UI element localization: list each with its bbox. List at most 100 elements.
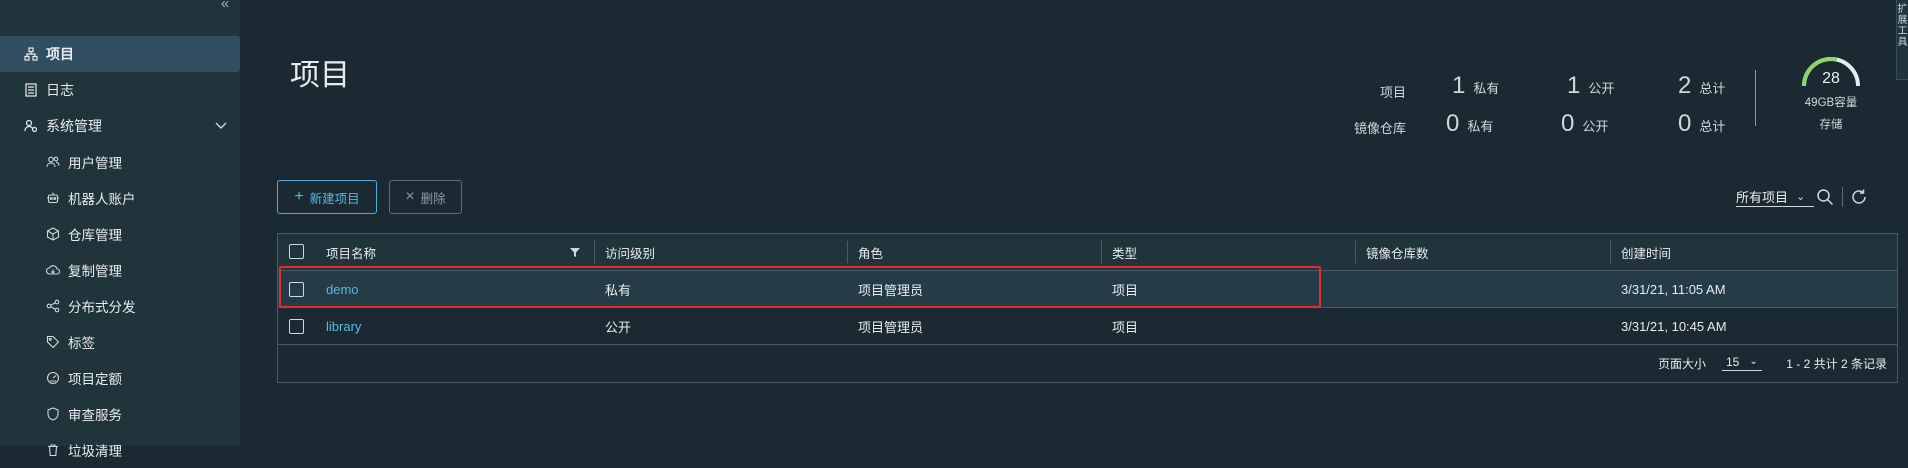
shield-icon bbox=[46, 407, 60, 421]
admin-icon bbox=[24, 119, 38, 133]
column-label: 类型 bbox=[1112, 246, 1138, 261]
projects-table: 项目名称 访问级别 角色 类型 镜像仓库数 创建时间 demo 私有 项目管理员… bbox=[277, 233, 1898, 383]
sidebar-item-scanners[interactable]: 审查服务 bbox=[0, 396, 240, 432]
stat-value: 0 bbox=[1561, 110, 1575, 137]
page-size-label: 页面大小 bbox=[1658, 357, 1707, 371]
sidebar-item-replication[interactable]: 复制管理 bbox=[0, 252, 240, 288]
sidebar-item-registries[interactable]: 仓库管理 bbox=[0, 216, 240, 252]
stat-value: 1 bbox=[1567, 72, 1581, 99]
search-icon[interactable] bbox=[1816, 188, 1834, 206]
stat-value: 2 bbox=[1678, 72, 1692, 99]
stat-value: 0 bbox=[1446, 110, 1460, 137]
chevron-down-icon[interactable] bbox=[214, 118, 228, 132]
stat-value: 0 bbox=[1678, 110, 1692, 137]
new-project-button[interactable]: + 新建项目 bbox=[277, 180, 377, 214]
delete-label: 删除 bbox=[420, 191, 446, 206]
page-size-value: 15 bbox=[1726, 354, 1740, 369]
cell-created: 3/31/21, 10:45 AM bbox=[1621, 319, 1727, 334]
toolbar-divider bbox=[1842, 187, 1843, 207]
registry-icon bbox=[46, 227, 60, 241]
column-header-role[interactable]: 角色 bbox=[847, 241, 883, 263]
sidebar-item-label: 垃圾清理 bbox=[68, 444, 122, 459]
sidebar-item-users[interactable]: 用户管理 bbox=[0, 144, 240, 180]
pagination-info: 1 - 2 共计 2 条记录 bbox=[1786, 357, 1887, 371]
project-filter-select[interactable]: 所有项目 ⌄ bbox=[1736, 186, 1814, 207]
stat-sub-label: 总计 bbox=[1699, 81, 1726, 96]
row-checkbox[interactable] bbox=[289, 319, 304, 334]
sidebar-item-label: 机器人账户 bbox=[68, 192, 136, 207]
select-all-checkbox[interactable] bbox=[289, 244, 304, 259]
filter-icon[interactable] bbox=[569, 246, 581, 258]
cell-type: 项目 bbox=[1112, 283, 1139, 298]
column-header-repo-count[interactable]: 镜像仓库数 bbox=[1355, 241, 1429, 263]
stat-repos-private: 0 私有 bbox=[1446, 110, 1493, 138]
project-name-link[interactable]: demo bbox=[326, 282, 359, 297]
refresh-icon[interactable] bbox=[1850, 188, 1868, 206]
stat-projects-public: 1 公开 bbox=[1567, 72, 1614, 100]
replication-icon bbox=[46, 263, 60, 277]
stats-divider bbox=[1755, 70, 1756, 126]
stat-value: 1 bbox=[1452, 72, 1466, 99]
cell-repo-count bbox=[1356, 271, 1366, 308]
project-name-link[interactable]: library bbox=[326, 319, 361, 334]
plus-icon: + bbox=[294, 188, 304, 205]
collapse-sidebar-icon[interactable]: « bbox=[214, 0, 236, 14]
delete-button[interactable]: × 删除 bbox=[389, 180, 462, 214]
table-row[interactable]: library 公开 项目管理员 项目 3/31/21, 10:45 AM bbox=[278, 308, 1897, 345]
column-header-access[interactable]: 访问级别 bbox=[594, 241, 655, 263]
cell-role: 项目管理员 bbox=[858, 320, 924, 335]
close-icon: × bbox=[405, 188, 415, 205]
users-icon bbox=[46, 155, 60, 169]
distribution-icon bbox=[46, 299, 60, 313]
storage-label: 存储 bbox=[1819, 119, 1843, 131]
stat-sub-label: 公开 bbox=[1582, 119, 1609, 134]
sidebar-item-label: 项目定额 bbox=[68, 372, 122, 387]
new-project-label: 新建项目 bbox=[309, 191, 360, 206]
log-icon bbox=[24, 83, 38, 97]
column-label: 访问级别 bbox=[605, 246, 656, 261]
page-size-select[interactable]: 15 ⌄ bbox=[1722, 353, 1762, 371]
cell-access: 私有 bbox=[605, 283, 632, 298]
column-label: 镜像仓库数 bbox=[1366, 246, 1429, 261]
column-header-type[interactable]: 类型 bbox=[1101, 241, 1137, 263]
column-label: 项目名称 bbox=[326, 247, 377, 261]
sidebar-item-label: 日志 bbox=[46, 82, 74, 98]
sidebar-item-projects[interactable]: 项目 bbox=[0, 36, 240, 72]
stat-sub-label: 私有 bbox=[1467, 119, 1494, 134]
column-header-created[interactable]: 创建时间 bbox=[1610, 241, 1671, 263]
sidebar-item-distribution[interactable]: 分布式分发 bbox=[0, 288, 240, 324]
sidebar-item-logs[interactable]: 日志 bbox=[0, 72, 240, 108]
sidebar-item-quotas[interactable]: 项目定额 bbox=[0, 360, 240, 396]
sidebar-item-gc[interactable]: 垃圾清理 bbox=[0, 432, 240, 468]
stat-sub-label: 公开 bbox=[1588, 81, 1615, 96]
sidebar-item-label: 分布式分发 bbox=[68, 300, 136, 315]
robot-icon bbox=[46, 191, 60, 205]
column-label: 创建时间 bbox=[1621, 246, 1672, 261]
storage-gauge: 28 49GB容量 存储 bbox=[1795, 54, 1867, 144]
sidebar-item-label: 项目 bbox=[46, 46, 74, 62]
table-row[interactable]: demo 私有 项目管理员 项目 3/31/21, 11:05 AM bbox=[278, 271, 1897, 308]
column-label: 角色 bbox=[858, 246, 884, 261]
stat-label-projects: 项目 bbox=[1379, 85, 1406, 100]
cell-type: 项目 bbox=[1112, 320, 1139, 335]
cell-created: 3/31/21, 11:05 AM bbox=[1621, 282, 1726, 297]
storage-value: 28 bbox=[1822, 70, 1840, 87]
column-header-name[interactable]: 项目名称 bbox=[316, 234, 376, 271]
sidebar-item-robot-accounts[interactable]: 机器人账户 bbox=[0, 180, 240, 216]
stat-label-repos: 镜像仓库 bbox=[1353, 121, 1406, 136]
stat-sub-label: 总计 bbox=[1699, 119, 1726, 134]
cell-access: 公开 bbox=[605, 320, 632, 335]
sidebar-item-labels[interactable]: 标签 bbox=[0, 324, 240, 360]
extension-side-tab[interactable]: 扩展工具 bbox=[1896, 0, 1908, 80]
sidebar-item-label: 仓库管理 bbox=[68, 228, 122, 243]
sidebar-item-label: 复制管理 bbox=[68, 264, 122, 279]
row-checkbox[interactable] bbox=[289, 282, 304, 297]
stat-projects-total: 2 总计 bbox=[1678, 72, 1725, 100]
page-title: 项目 bbox=[290, 59, 350, 92]
tag-icon bbox=[46, 335, 60, 349]
stat-repos-public: 0 公开 bbox=[1561, 110, 1608, 138]
sidebar-item-admin[interactable]: 系统管理 bbox=[0, 108, 240, 144]
sidebar-nav: 项目 日志 系统管理 用户管理 机器人账户 仓库管理 复制管理 分布式分发 标签… bbox=[0, 36, 240, 468]
sidebar-item-label: 系统管理 bbox=[46, 118, 102, 134]
cell-repo-count bbox=[1356, 308, 1366, 345]
